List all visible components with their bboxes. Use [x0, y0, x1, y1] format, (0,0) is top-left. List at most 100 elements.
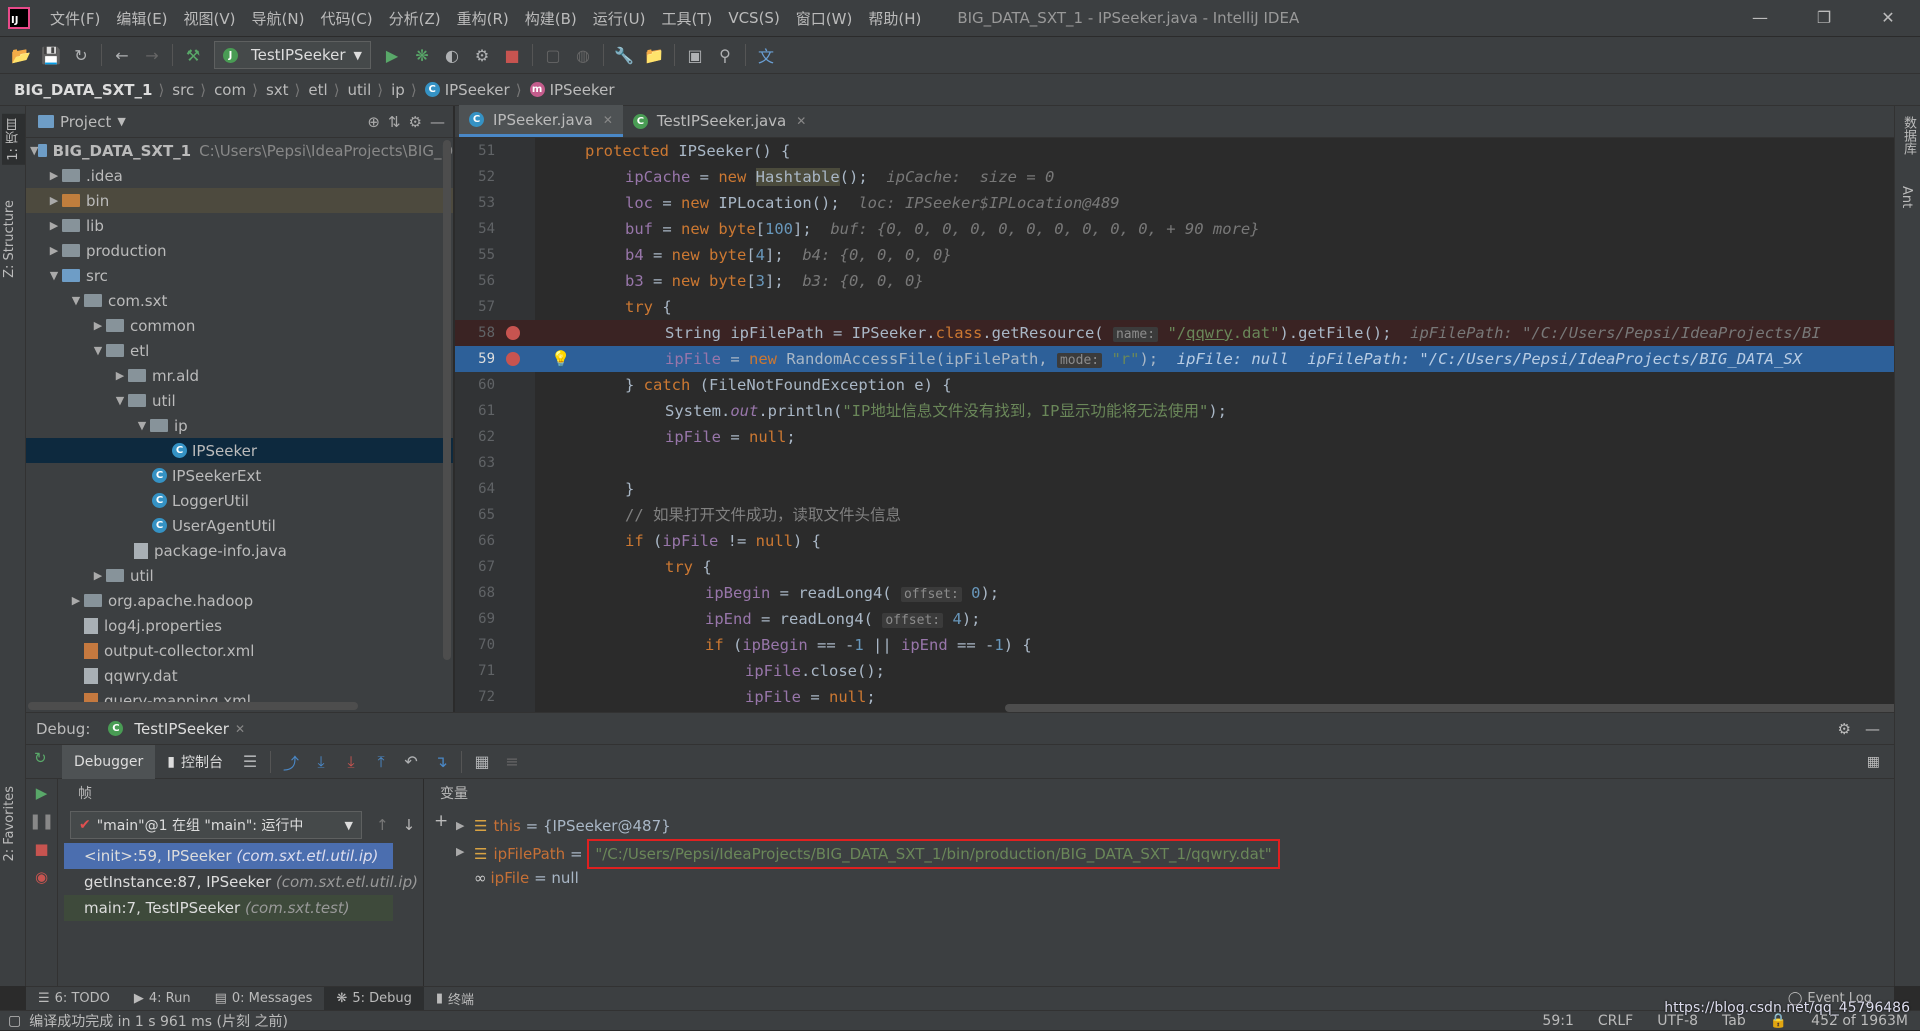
step-into-icon[interactable]: ⤓	[306, 747, 336, 777]
code-line[interactable]: 55 b4 = new byte[4]; b4: {0, 0, 0, 0}	[455, 242, 1894, 268]
menu-code[interactable]: 代码(C)	[312, 8, 380, 29]
breadcrumb-sxt[interactable]: sxt	[266, 81, 289, 99]
line-separator[interactable]: CRLF	[1598, 1013, 1633, 1029]
tool-tab-terminal[interactable]: ▮ 终端	[424, 987, 486, 1011]
close-tab-icon[interactable]: ✕	[796, 114, 806, 128]
menu-run[interactable]: 运行(U)	[585, 8, 654, 29]
expanded-arrow-icon[interactable]: ▼	[68, 294, 84, 307]
collapsed-arrow-icon[interactable]: ▶	[46, 169, 62, 182]
code-line[interactable]: 54 buf = new byte[100]; buf: {0, 0, 0, 0,…	[455, 216, 1894, 242]
tree-item-production[interactable]: ▶ production	[26, 238, 453, 263]
arrow-down-icon[interactable]: ↓	[403, 816, 416, 834]
open-folder-icon[interactable]: 📂	[6, 40, 36, 70]
build-hammer-icon[interactable]: ⚒	[178, 40, 208, 70]
list-icon[interactable]: ☰	[235, 747, 265, 777]
menu-tools[interactable]: 工具(T)	[653, 8, 720, 29]
restore-icon[interactable]: ❐	[1792, 0, 1856, 36]
tool-tab-project[interactable]: 1: 项目	[2, 114, 25, 165]
window-icon[interactable]: ▣	[680, 40, 710, 70]
code-line[interactable]: 51 protected IPSeeker() {	[455, 138, 1894, 164]
stop-icon[interactable]: ■	[26, 835, 57, 863]
code-line[interactable]: 53 loc = new IPLocation(); loc: IPSeeker$…	[455, 190, 1894, 216]
hide-icon[interactable]: —	[430, 113, 445, 131]
menu-vcs[interactable]: VCS(S)	[720, 9, 787, 27]
resume-icon[interactable]: ▶	[26, 779, 57, 807]
breadcrumb-etl[interactable]: etl	[308, 81, 327, 99]
menu-view[interactable]: 视图(V)	[176, 8, 244, 29]
code-line[interactable]: 68 ipBegin = readLong4( offset: 0);	[455, 580, 1894, 606]
step-out-icon[interactable]: ⤒	[366, 747, 396, 777]
locate-icon[interactable]: ⊕	[367, 113, 380, 131]
hide-icon[interactable]: —	[1865, 720, 1880, 738]
tree-item-idea[interactable]: ▶ .idea	[26, 163, 453, 188]
tree-item-log4j[interactable]: log4j.properties	[26, 613, 453, 638]
trace-icon[interactable]: ≡	[497, 747, 527, 777]
tab-console[interactable]: ▮ 控制台	[155, 745, 235, 779]
menu-build[interactable]: 构建(B)	[517, 8, 585, 29]
coverage-icon[interactable]: ◐	[437, 40, 467, 70]
code-line[interactable]: 66 if (ipFile != null) {	[455, 528, 1894, 554]
profile-icon[interactable]: ⚙	[467, 40, 497, 70]
code-line[interactable]: 52 ipCache = new Hashtable(); ipCache: si…	[455, 164, 1894, 190]
collapsed-arrow-icon[interactable]: ▶	[46, 194, 62, 207]
code-line[interactable]: 62 ipFile = null;	[455, 424, 1894, 450]
horizontal-scrollbar[interactable]	[28, 702, 358, 710]
tool-tab-structure[interactable]: Z: Structure	[2, 200, 17, 278]
code-line-current[interactable]: 59 💡 ipFile = new RandomAccessFile(ipFileP…	[455, 346, 1894, 372]
minimize-icon[interactable]: —	[1728, 0, 1792, 36]
tree-item-ip[interactable]: ▼ ip	[26, 413, 453, 438]
variable-row[interactable]: ▶ ☰ this = {IPSeeker@487}	[426, 813, 1894, 839]
menu-refactor[interactable]: 重构(R)	[449, 8, 517, 29]
code-line[interactable]: 70 if (ipBegin == -1 || ipEnd == -1) {	[455, 632, 1894, 658]
expanded-arrow-icon[interactable]: ▼	[112, 394, 128, 407]
tool-tab-ant[interactable]: Ant	[1899, 186, 1914, 208]
translate-icon[interactable]: 文	[751, 40, 781, 70]
code-line[interactable]: 56 b3 = new byte[3]; b3: {0, 0, 0}	[455, 268, 1894, 294]
tree-item-com-sxt[interactable]: ▼ com.sxt	[26, 288, 453, 313]
tree-item-ipseekerext[interactable]: C IPSeekerExt	[26, 463, 453, 488]
breadcrumb-src[interactable]: src	[172, 81, 194, 99]
expand-arrow-icon[interactable]: ▶	[456, 839, 464, 865]
gear-icon[interactable]: ⚙	[409, 113, 422, 131]
code-line-breakpoint[interactable]: 58 String ipFilePath = IPSeeker.class.get…	[455, 320, 1894, 346]
frame-item[interactable]: main:7, TestIPSeeker (com.sxt.test)	[64, 895, 393, 921]
code-line[interactable]: 65// 如果打开文件成功，读取文件头信息	[455, 502, 1894, 528]
code-line[interactable]: 63	[455, 450, 1894, 476]
tree-item-root[interactable]: ▼ BIG_DATA_SXT_1 C:\Users\Pepsi\IdeaProjec…	[26, 138, 453, 163]
variable-row[interactable]: ▶ ☰ ipFilePath = "/C:/Users/Pepsi/IdeaProj…	[426, 839, 1894, 869]
frame-item[interactable]: <init>:59, IPSeeker (com.sxt.etl.util.ip…	[64, 843, 393, 869]
debug-session-tab[interactable]: C TestIPSeeker ✕	[108, 720, 245, 738]
tree-item-util2[interactable]: ▶ util	[26, 563, 453, 588]
breadcrumb-util[interactable]: util	[348, 81, 372, 99]
collapsed-arrow-icon[interactable]: ▶	[90, 319, 106, 332]
frame-item[interactable]: getInstance:87, IPSeeker (com.sxt.etl.ut…	[64, 869, 418, 895]
wrench-icon[interactable]: 🔧	[609, 40, 639, 70]
force-step-into-icon[interactable]: ⤓	[336, 747, 366, 777]
evaluate-icon[interactable]: ▦	[467, 747, 497, 777]
step-over-icon[interactable]: ⤴	[276, 747, 306, 777]
tree-item-useragentutil[interactable]: C UserAgentUtil	[26, 513, 453, 538]
tool-tab-database[interactable]: 数据库	[1899, 116, 1918, 155]
breadcrumb-class[interactable]: IPSeeker	[445, 81, 510, 99]
tree-item-util[interactable]: ▼ util	[26, 388, 453, 413]
view-breakpoints-icon[interactable]: ◉	[26, 863, 57, 891]
menu-file[interactable]: 文件(F)	[42, 8, 108, 29]
tree-item-src[interactable]: ▼ src	[26, 263, 453, 288]
search-icon[interactable]: ⚲	[710, 40, 740, 70]
close-icon[interactable]: ✕	[1856, 0, 1920, 36]
run-config-select[interactable]: J TestIPSeeker ▼	[214, 41, 372, 69]
expanded-arrow-icon[interactable]: ▼	[30, 144, 38, 157]
tree-item-ipseeker[interactable]: C IPSeeker	[26, 438, 453, 463]
breadcrumb-ip[interactable]: ip	[391, 81, 405, 99]
menu-navigate[interactable]: 导航(N)	[244, 8, 313, 29]
tree-item-bin[interactable]: ▶ bin	[26, 188, 453, 213]
breakpoint-icon[interactable]	[506, 326, 520, 340]
rerun-icon[interactable]: ↻	[34, 749, 47, 767]
tool-tab-todo[interactable]: ☰ 6: TODO	[26, 987, 122, 1011]
menu-edit[interactable]: 编辑(E)	[108, 8, 175, 29]
restore-layout-icon[interactable]: ▦	[1867, 754, 1894, 770]
code-line[interactable]: 71 ipFile.close();	[455, 658, 1894, 684]
gear-icon[interactable]: ⚙	[1838, 720, 1851, 738]
collapsed-arrow-icon[interactable]: ▶	[112, 369, 128, 382]
tree-item-mr-ald[interactable]: ▶ mr.ald	[26, 363, 453, 388]
